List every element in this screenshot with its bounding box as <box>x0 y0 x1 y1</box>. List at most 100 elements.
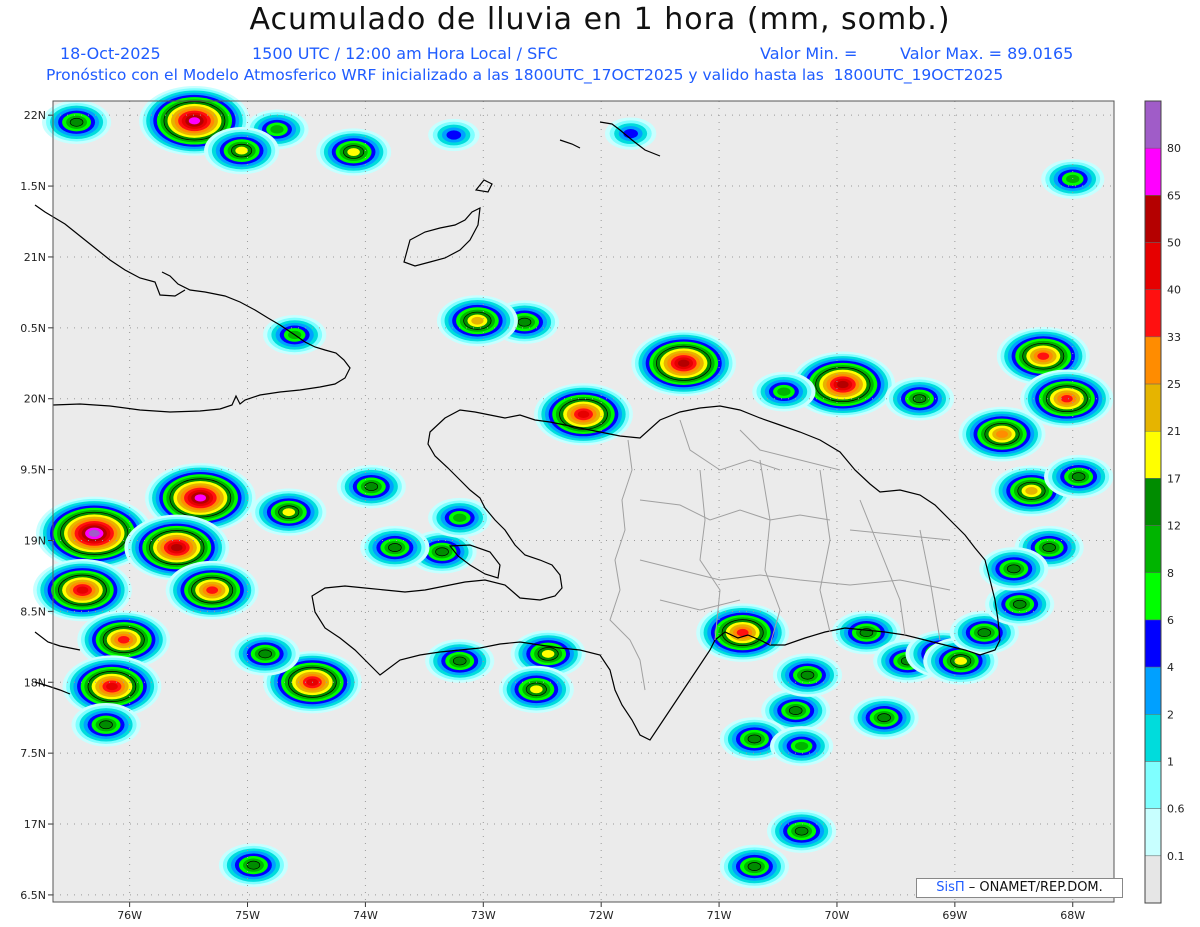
color-legend: 806550403325211712864210.60.1 <box>1144 100 1185 904</box>
lat-tick-label: 8.5N <box>20 605 46 618</box>
rain-contour <box>517 317 532 327</box>
rain-cell <box>884 376 955 421</box>
rain-contour <box>1071 472 1086 482</box>
rain-contour <box>996 430 1009 438</box>
legend-label: 17 <box>1167 472 1181 485</box>
rain-contour <box>1060 395 1073 403</box>
rain-cell <box>165 560 259 620</box>
rain-cell <box>230 632 300 676</box>
rain-contour <box>1025 487 1038 495</box>
rain-contour <box>677 359 690 367</box>
rain-cell <box>696 603 790 662</box>
rain-contour <box>246 860 261 870</box>
lon-tick-label: 69W <box>942 909 967 922</box>
legend-swatch <box>1144 100 1162 149</box>
rain-contour <box>800 670 815 680</box>
legend-swatch <box>1144 430 1162 479</box>
legend-label: 25 <box>1167 378 1181 391</box>
rain-contour <box>364 482 379 492</box>
lat-tick-label: 18N <box>24 676 46 689</box>
rain-contour <box>577 410 590 418</box>
rainfall-map: 76W 75W 74W 73W 72W 71W 70W 69W 68W 22N 1.5N 21N 0.5… <box>20 85 1185 922</box>
rain-contour <box>270 125 284 134</box>
legend-swatch <box>1144 383 1162 432</box>
lon-tick-label: 68W <box>1060 909 1085 922</box>
legend-label: 50 <box>1167 237 1181 250</box>
legend-swatch <box>1144 336 1162 385</box>
legend-swatch <box>1144 478 1162 526</box>
legend-label: 4 <box>1167 661 1174 674</box>
rain-contour <box>282 508 296 517</box>
rain-contour <box>69 117 84 127</box>
rain-contour <box>194 494 207 502</box>
rain-cell <box>251 488 327 536</box>
rain-contour <box>1012 599 1027 609</box>
rain-cell <box>42 100 112 145</box>
min-value: Valor Min. = <box>760 44 858 63</box>
rain-cell <box>767 809 837 853</box>
lon-tick-label: 70W <box>825 909 850 922</box>
legend-label: 0.6 <box>1167 803 1185 816</box>
rain-contour <box>1007 564 1021 574</box>
credit-text: – ONAMET/REP.DOM. <box>968 880 1103 895</box>
lat-tick-label: 1.5N <box>20 180 46 193</box>
rain-contour <box>977 628 992 638</box>
rain-contour <box>446 130 462 140</box>
rain-cell <box>1044 454 1114 499</box>
legend-label: 80 <box>1167 142 1181 155</box>
rain-contour <box>541 649 555 658</box>
lat-tick-label: 19N <box>24 534 46 547</box>
rain-contour <box>99 720 113 730</box>
rain-contour <box>388 543 402 552</box>
rain-contour <box>347 148 360 156</box>
rain-cell <box>849 695 919 740</box>
rain-cell <box>979 547 1049 591</box>
lon-tick-label: 73W <box>471 909 496 922</box>
legend-label: 65 <box>1167 189 1181 202</box>
rain-cell <box>498 665 574 713</box>
rain-contour <box>235 146 248 155</box>
sispi-logo: SisΠ <box>936 880 965 895</box>
rain-contour <box>76 586 89 594</box>
lat-tick-label: 20N <box>24 393 46 406</box>
lat-tick-label: 21N <box>24 251 46 264</box>
lon-tick-label: 75W <box>235 909 260 922</box>
rain-contour <box>88 529 100 537</box>
rain-contour <box>623 128 638 139</box>
lat-tick-label: 9.5N <box>20 464 46 477</box>
legend-label: 0.1 <box>1167 850 1185 863</box>
legend-label: 2 <box>1167 708 1174 721</box>
rain-contour <box>794 826 809 836</box>
rain-cell <box>425 639 495 683</box>
lat-tick-label: 7.5N <box>20 747 46 760</box>
rain-contour <box>747 862 762 871</box>
rain-cell <box>436 295 518 347</box>
legend-label: 1 <box>1167 755 1174 768</box>
rain-contour <box>877 713 891 723</box>
max-value: Valor Max. = 89.0165 <box>900 44 1074 63</box>
legend-label: 21 <box>1167 425 1181 438</box>
map-title: Acumulado de lluvia en 1 hora (mm, somb.… <box>249 2 951 37</box>
legend-label: 8 <box>1167 567 1174 580</box>
rain-contour <box>117 636 130 644</box>
rain-contour <box>530 685 543 694</box>
legend-label: 33 <box>1167 331 1181 344</box>
rain-contour <box>471 316 484 325</box>
lon-tick-label: 76W <box>117 909 142 922</box>
legend-label: 40 <box>1167 284 1181 297</box>
legend-swatch <box>1144 572 1162 621</box>
legend-swatch <box>1144 289 1162 338</box>
rain-contour <box>747 734 762 744</box>
lat-tick-label: 0.5N <box>20 322 46 335</box>
legend-swatch <box>1144 242 1162 290</box>
rain-contour <box>206 586 219 594</box>
forecast-date: 18-Oct-2025 <box>60 44 161 63</box>
rain-cell <box>770 726 834 766</box>
legend-swatch <box>1144 147 1162 196</box>
rain-contour <box>954 657 967 665</box>
lon-tick-label: 71W <box>707 909 732 922</box>
rain-cell <box>428 497 492 538</box>
rain-contour <box>435 547 449 557</box>
forecast-time: 1500 UTC / 12:00 am Hora Local / SFC <box>252 44 558 63</box>
rain-contour <box>188 117 201 125</box>
